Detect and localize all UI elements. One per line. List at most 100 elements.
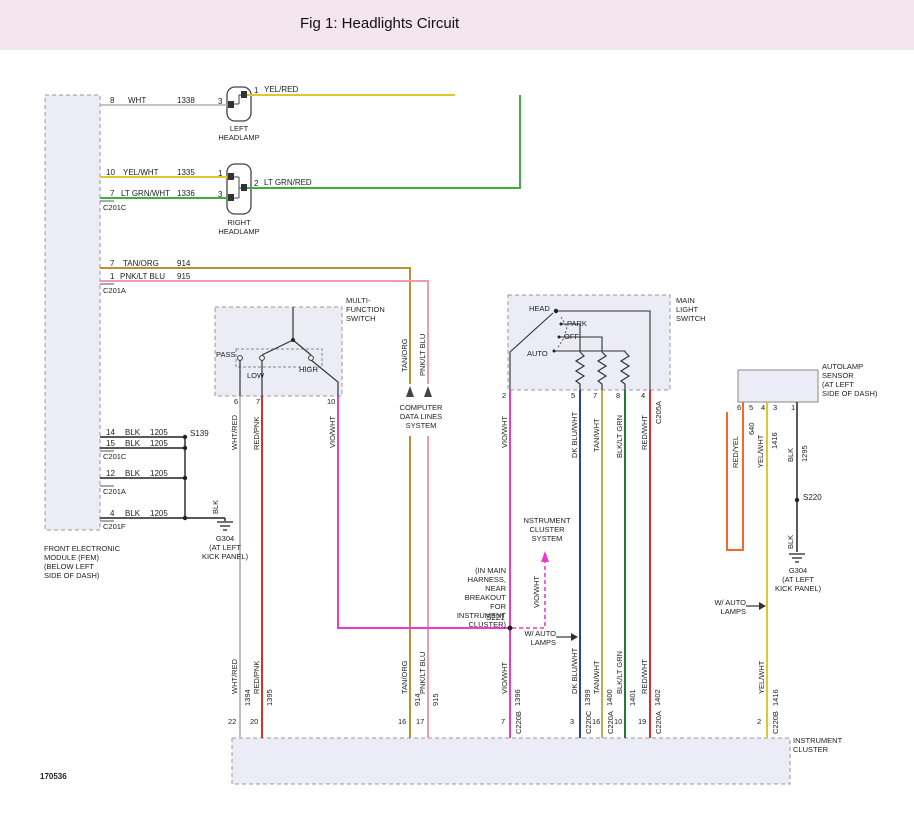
wire-name-vertical: TAN/ORG (400, 660, 409, 694)
wire-name-vertical: BLK/LT GRN (615, 651, 624, 694)
mfs-pin: 10 (327, 398, 335, 407)
wire-name-vertical: TAN/WHT (592, 660, 601, 694)
cluster-pin: 19 (638, 718, 646, 727)
splice-s220-dot (795, 498, 799, 502)
right-headlamp-pin3 (228, 194, 234, 201)
mfs-contact-pass (238, 356, 243, 361)
cluster-pin: 2 (757, 718, 761, 727)
switch-position-head: HEAD (529, 305, 550, 314)
ground-g304-right-label: G304(AT LEFTKICK PANEL) (772, 566, 824, 593)
wire-circuit-vertical: 1394 (243, 689, 252, 706)
cluster-pin: 17 (416, 718, 424, 727)
wire-name: BLK (125, 469, 140, 478)
fem-pin: 15 (106, 439, 115, 448)
computer-data-lines-label: COMPUTERDATA LINESSYSTEM (392, 403, 450, 430)
wire-circuit: 1205 (150, 428, 168, 437)
wire-name-vertical: PNK/LT BLU (418, 334, 427, 376)
wire-circuit-vertical: 1402 (653, 689, 662, 706)
wire-name: YEL/RED (264, 85, 298, 94)
ground-g304-right-icon (789, 554, 805, 562)
vio-wht-arrow-icon (541, 551, 549, 562)
instrument-cluster-label: INSTRUMENTCLUSTER (793, 736, 842, 754)
left-headlamp-pin1 (241, 91, 247, 98)
splice-s139-dot (183, 435, 187, 439)
fem-pin: 10 (106, 168, 115, 177)
connector-label-vertical: C220B (514, 711, 523, 734)
fem-pin: 8 (110, 96, 114, 105)
left-headlamp-pin3 (228, 101, 234, 108)
mls-pin: 8 (616, 392, 620, 401)
wiring-diagram-page: Fig 1: Headlights Circuit (0, 0, 914, 824)
cluster-pin: 20 (250, 718, 258, 727)
switch-position-park: PARK (567, 320, 587, 329)
wire-name: PNK/LT BLU (120, 272, 165, 281)
wire-circuit: 1338 (177, 96, 195, 105)
connector-label-vertical: C220A (654, 711, 663, 734)
switch-position-off: OFF (564, 333, 579, 342)
cluster-pin: 10 (614, 718, 622, 727)
wire-circuit: 914 (177, 259, 190, 268)
cluster-pin: 16 (398, 718, 406, 727)
wire-name-vertical: BLK/LT GRN (615, 415, 624, 458)
right-headlamp-label: RIGHTHEADLAMP (212, 218, 266, 236)
sensor-pin: 6 (737, 404, 741, 413)
right-headlamp-pin1 (228, 173, 234, 180)
wire-name-vertical: BLK (786, 535, 795, 549)
mls-pin: 5 (571, 392, 575, 401)
splice-s221-dot (508, 626, 513, 631)
wire-name-vertical: VIO/WHT (532, 576, 541, 608)
w-auto-lamps-left-arrow-icon (571, 633, 578, 641)
mls-pin: 7 (593, 392, 597, 401)
splice-s220-label: S220 (803, 493, 822, 502)
wire-circuit-vertical: 1295 (800, 445, 809, 462)
autolamp-sensor-box (738, 370, 818, 402)
wire-circuit: 1205 (150, 439, 168, 448)
ground-g304-left-icon (217, 522, 233, 530)
headlamp-pin: 1 (254, 86, 258, 95)
main-light-switch-label: MAINLIGHTSWITCH (676, 296, 706, 323)
wire-name: WHT (128, 96, 146, 105)
fem-pin: 4 (110, 509, 114, 518)
mls-pin: 4 (641, 392, 645, 401)
junction-dot (183, 446, 187, 450)
doc-number: 170536 (40, 772, 67, 781)
wire-name-vertical: DK BLU/WHT (570, 648, 579, 694)
wire-name-vertical: PNK/LT BLU (418, 652, 427, 694)
w-auto-lamps-right-label: W/ AUTOLAMPS (710, 598, 746, 616)
mls-contact-auto (553, 350, 556, 353)
headlamp-pin: 3 (218, 190, 222, 199)
fem-box (45, 95, 100, 530)
mfs-pin: 6 (234, 398, 238, 407)
wire-circuit-vertical: 915 (431, 693, 440, 706)
sensor-pin: 1 (791, 404, 795, 413)
wire-circuit-vertical: 640 (747, 422, 756, 435)
mfs-contact-high (309, 356, 314, 361)
switch-position-high: HIGH (299, 366, 318, 375)
sensor-pin: 4 (761, 404, 765, 413)
cluster-pin: 3 (570, 718, 574, 727)
computer-data-arrow-icon (424, 386, 432, 397)
wire-name-vertical: YEL/WHT (757, 661, 766, 694)
sensor-pin: 5 (749, 404, 753, 413)
wire-circuit: 1205 (150, 469, 168, 478)
wire-name-vertical: VIO/WHT (500, 662, 509, 694)
connector-label-vertical: C220B (771, 711, 780, 734)
fem-pin: 7 (110, 259, 114, 268)
wire-name: BLK (125, 439, 140, 448)
switch-position-pass: PASS (216, 351, 235, 360)
mfs-contact-low (260, 356, 265, 361)
wire-red-yel-640 (727, 402, 743, 550)
wire-name: BLK (125, 509, 140, 518)
wire-name-vertical: VIO/WHT (500, 416, 509, 448)
sensor-pin: 3 (773, 404, 777, 413)
wire-name-vertical: RED/WHT (640, 659, 649, 694)
switch-position-low: LOW (247, 372, 264, 381)
fem-label: FRONT ELECTRONICMODULE (FEM)(BELOW LEFTS… (44, 544, 120, 580)
splice-s221-label: S221 (486, 613, 505, 622)
wire-circuit-vertical: 1399 (583, 689, 592, 706)
wire-name-vertical: TAN/ORG (400, 338, 409, 372)
wire-name: LT GRN/RED (264, 178, 312, 187)
autolamp-sensor-label: AUTOLAMPSENSOR(AT LEFTSIDE OF DASH) (822, 362, 877, 398)
wire-circuit-vertical: 1416 (771, 689, 780, 706)
wire-circuit-vertical: 1401 (628, 689, 637, 706)
